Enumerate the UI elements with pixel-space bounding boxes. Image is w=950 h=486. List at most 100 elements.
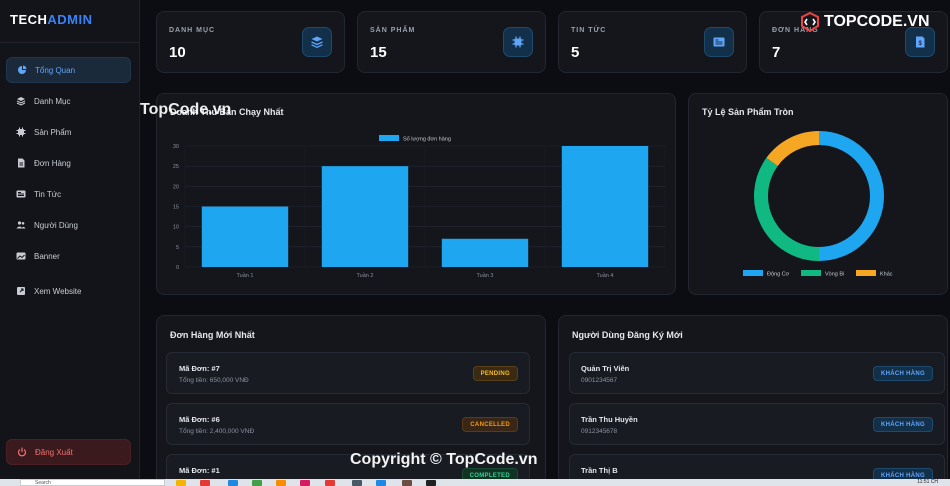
sidebar-item-view-website[interactable]: Xem Website bbox=[6, 278, 131, 304]
chip-icon bbox=[503, 27, 533, 57]
sidebar-item-overview[interactable]: Tổng Quan bbox=[6, 57, 131, 83]
stat-value: 10 bbox=[169, 44, 186, 61]
sidebar-item-label: Tin Tức bbox=[34, 189, 62, 199]
bar bbox=[561, 146, 649, 267]
logout-button[interactable]: Đăng Xuất bbox=[6, 439, 131, 465]
legend-swatch bbox=[856, 270, 876, 276]
sidebar-item-label: Người Dùng bbox=[34, 220, 78, 230]
stat-value: 7 bbox=[772, 44, 781, 61]
sidebar-item-categories[interactable]: Danh Mục bbox=[6, 88, 131, 114]
donut-chart-panel: Tỷ Lệ Sản Phẩm Tròn Động Cơ Vòng Bi Khác bbox=[688, 93, 948, 295]
y-tick-label: 0 bbox=[176, 265, 179, 271]
power-icon bbox=[17, 447, 27, 457]
app-icon[interactable] bbox=[426, 480, 436, 486]
taskbar-clock: 11:51 CH bbox=[917, 479, 938, 485]
app-icon[interactable] bbox=[376, 480, 386, 486]
bar bbox=[321, 166, 409, 267]
watermark-top: TopCode.vn bbox=[140, 101, 232, 118]
document-icon bbox=[16, 158, 26, 168]
layers-icon bbox=[16, 96, 26, 106]
sidebar-item-label: Banner bbox=[34, 251, 60, 261]
stat-card-products[interactable]: SẢN PHẨM 15 bbox=[357, 11, 546, 73]
stat-value: 5 bbox=[571, 44, 580, 61]
order-total: Tổng tiền: 2,400,000 VNĐ bbox=[179, 428, 255, 435]
sidebar-item-orders[interactable]: Đơn Hàng bbox=[6, 150, 131, 176]
order-row[interactable]: Mã Đơn: #7 Tổng tiền: 650,000 VNĐ PENDIN… bbox=[166, 352, 530, 394]
user-row[interactable]: Quản Trị Viên 0901234567 KHÁCH HÀNG bbox=[569, 352, 945, 394]
pie-chart-icon bbox=[17, 65, 27, 75]
donut-slice bbox=[766, 131, 820, 167]
role-badge: KHÁCH HÀNG bbox=[873, 366, 933, 381]
x-tick-label: Tuần 3 bbox=[477, 273, 494, 279]
user-name: Quản Trị Viên bbox=[581, 364, 630, 373]
newspaper-icon bbox=[16, 189, 26, 199]
order-code: Mã Đơn: #6 bbox=[179, 415, 220, 424]
stat-card-news[interactable]: TIN TỨC 5 bbox=[558, 11, 747, 73]
status-badge: PENDING bbox=[472, 366, 518, 381]
bar-chart: Số lượng đơn hàng 0 5 10 15 20 25 30 Tuần 1 Tuần … bbox=[173, 135, 666, 279]
layers-icon bbox=[302, 27, 332, 57]
stat-label: DANH MỤC bbox=[169, 27, 216, 34]
watermark-bottom: Copyright © TopCode.vn bbox=[350, 451, 538, 468]
sidebar-item-label: Sản Phẩm bbox=[34, 127, 72, 137]
taskbar-search[interactable]: Search bbox=[20, 479, 165, 486]
user-row[interactable]: Trần Thu Huyền 0912345678 KHÁCH HÀNG bbox=[569, 403, 945, 445]
sidebar-item-news[interactable]: Tin Tức bbox=[6, 181, 131, 207]
legend-swatch bbox=[379, 135, 399, 141]
y-tick-label: 25 bbox=[173, 164, 179, 170]
y-tick-label: 20 bbox=[173, 184, 179, 190]
order-row[interactable]: Mã Đơn: #6 Tổng tiền: 2,400,000 VNĐ CANC… bbox=[166, 403, 530, 445]
legend-label: Số lượng đơn hàng bbox=[403, 137, 451, 143]
sidebar: TECHADMIN Tổng Quan Danh Mục Sản Phẩm Đơ… bbox=[0, 0, 140, 486]
bar-chart-panel: Doanh Thu Bán Chạy Nhất Số lượng đơn hàn… bbox=[156, 93, 676, 295]
chip-icon bbox=[16, 127, 26, 137]
users-title: Người Dùng Đăng Ký Mới bbox=[572, 330, 683, 340]
topcode-logo-icon bbox=[801, 12, 819, 32]
stat-card-categories[interactable]: DANH MỤC 10 bbox=[156, 11, 345, 73]
role-badge: KHÁCH HÀNG bbox=[873, 417, 933, 432]
sidebar-item-label: Xem Website bbox=[34, 286, 82, 296]
user-phone: 0912345678 bbox=[581, 428, 618, 435]
app-icon[interactable] bbox=[200, 480, 210, 486]
order-total: Tổng tiền: 650,000 VNĐ bbox=[179, 377, 249, 384]
image-icon bbox=[16, 251, 26, 261]
legend-label: Động Cơ bbox=[767, 272, 790, 278]
user-phone: 0901234567 bbox=[581, 377, 618, 384]
watermark-logo-text: TOPCODE.VN bbox=[824, 13, 930, 30]
sidebar-item-label: Đơn Hàng bbox=[34, 158, 71, 168]
y-tick-label: 10 bbox=[173, 225, 179, 231]
app-icon[interactable] bbox=[300, 480, 310, 486]
y-tick-label: 30 bbox=[173, 144, 179, 150]
legend-swatch bbox=[743, 270, 763, 276]
status-badge: CANCELLED bbox=[462, 417, 518, 432]
x-tick-label: Tuần 4 bbox=[597, 273, 614, 279]
app-icon[interactable] bbox=[276, 480, 286, 486]
app-icon[interactable] bbox=[252, 480, 262, 486]
sidebar-item-users[interactable]: Người Dùng bbox=[6, 212, 131, 238]
sidebar-item-label: Tổng Quan bbox=[35, 65, 76, 75]
x-tick-label: Tuần 1 bbox=[237, 273, 254, 279]
folder-icon[interactable] bbox=[176, 480, 186, 486]
logout-label: Đăng Xuất bbox=[35, 447, 73, 457]
user-name: Trần Thu Huyền bbox=[581, 415, 638, 424]
app-icon[interactable] bbox=[228, 480, 238, 486]
bar bbox=[201, 206, 289, 267]
orders-title: Đơn Hàng Mới Nhất bbox=[170, 330, 255, 340]
new-users-panel: Người Dùng Đăng Ký Mới Quản Trị Viên 090… bbox=[558, 315, 948, 486]
app-icon[interactable] bbox=[402, 480, 412, 486]
stat-value: 15 bbox=[370, 44, 387, 61]
newspaper-icon bbox=[704, 27, 734, 57]
x-tick-label: Tuần 2 bbox=[357, 273, 374, 279]
sidebar-item-banner[interactable]: Banner bbox=[6, 243, 131, 269]
donut-slice bbox=[818, 131, 884, 261]
legend-label: Vòng Bi bbox=[825, 272, 844, 278]
donut-chart: Động Cơ Vòng Bi Khác bbox=[743, 131, 893, 278]
browser-icon[interactable] bbox=[325, 480, 335, 486]
app-icon[interactable] bbox=[352, 480, 362, 486]
brand-logo[interactable]: TECHADMIN bbox=[10, 12, 93, 27]
legend-label: Khác bbox=[880, 272, 893, 278]
sidebar-item-label: Danh Mục bbox=[34, 96, 71, 106]
sidebar-item-products[interactable]: Sản Phẩm bbox=[6, 119, 131, 145]
y-tick-label: 5 bbox=[176, 245, 179, 251]
stat-label: TIN TỨC bbox=[571, 27, 607, 34]
